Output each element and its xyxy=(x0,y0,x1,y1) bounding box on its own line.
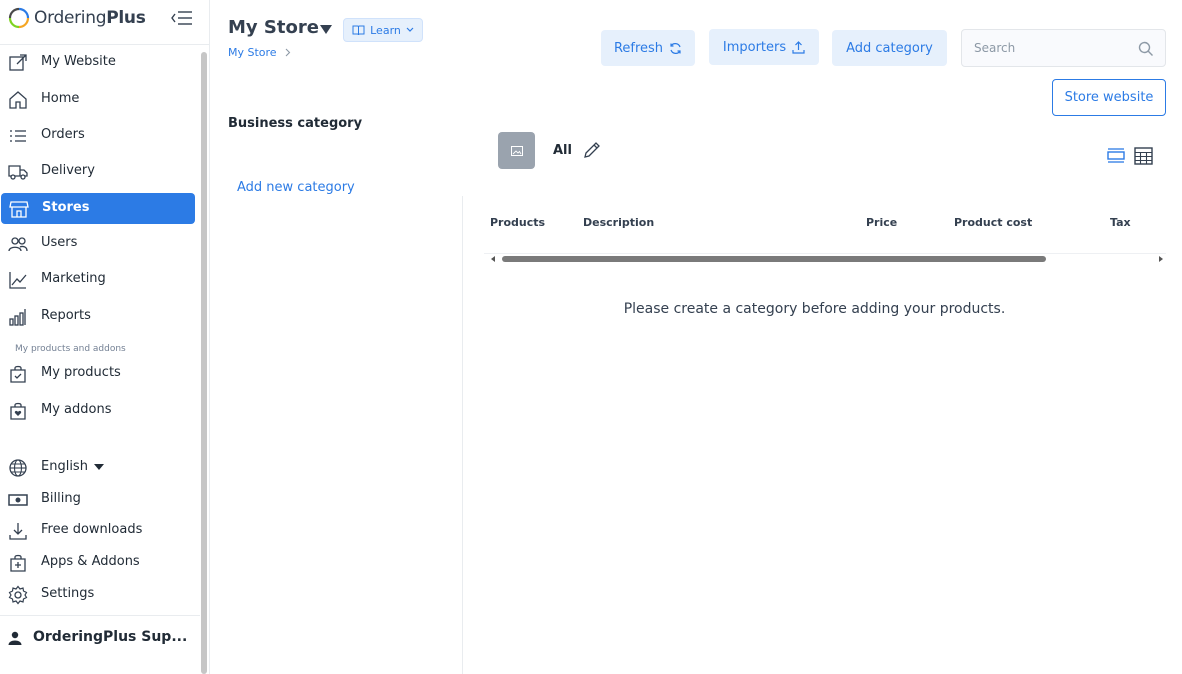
add-new-category-link[interactable]: Add new category xyxy=(237,180,355,195)
brand-logo[interactable]: OrderingPlus xyxy=(8,6,146,30)
sidebar-item-delivery[interactable]: Delivery xyxy=(0,156,195,187)
sidebar-item-reports[interactable]: Reports xyxy=(0,301,195,332)
category-all[interactable]: All xyxy=(553,143,572,158)
column-header-tax: Tax xyxy=(1110,216,1131,229)
language-selector[interactable]: English xyxy=(0,452,195,483)
sidebar: OrderingPlus My Website Home Orders Deli… xyxy=(0,0,210,674)
sidebar-item-label: Reports xyxy=(41,308,91,323)
book-icon xyxy=(352,25,365,35)
learn-label: Learn xyxy=(370,23,401,37)
chevron-down-icon xyxy=(93,463,104,470)
sidebar-item-orders[interactable]: Orders xyxy=(0,120,195,151)
search-input[interactable] xyxy=(974,38,1134,58)
sidebar-item-billing[interactable]: Billing xyxy=(0,484,195,515)
external-link-icon xyxy=(9,54,27,71)
chevron-down-icon xyxy=(406,27,414,32)
sidebar-item-stores[interactable]: Stores xyxy=(1,193,195,224)
sidebar-scrollbar[interactable] xyxy=(201,52,207,674)
sidebar-item-label: My addons xyxy=(41,402,112,417)
sidebar-item-label: Billing xyxy=(41,491,81,506)
language-label: English xyxy=(41,459,104,474)
sidebar-divider xyxy=(0,44,209,45)
sidebar-item-label: My Website xyxy=(41,54,116,69)
cash-icon xyxy=(8,494,28,506)
bar-chart-icon xyxy=(9,309,26,326)
scroll-left-arrow-icon[interactable] xyxy=(491,256,495,262)
download-icon xyxy=(9,523,27,540)
user-divider xyxy=(0,615,200,616)
collapse-menu-icon xyxy=(171,11,192,25)
search-box xyxy=(961,29,1166,67)
store-website-button[interactable]: Store website xyxy=(1052,79,1166,116)
column-header-products: Products xyxy=(490,216,546,229)
logo-ring-icon xyxy=(8,7,30,29)
image-placeholder-icon xyxy=(510,145,523,156)
refresh-label: Refresh xyxy=(613,40,664,56)
users-icon xyxy=(8,237,28,252)
page-title: My Store xyxy=(228,17,319,38)
category-image-thumbnail[interactable] xyxy=(498,132,535,169)
add-category-button[interactable]: Add category xyxy=(832,30,947,66)
collapse-sidebar-button[interactable] xyxy=(170,8,194,28)
store-icon xyxy=(9,201,29,218)
sidebar-item-label: Home xyxy=(41,91,80,106)
search-icon[interactable] xyxy=(1138,41,1154,57)
importers-label: Importers xyxy=(722,39,787,55)
pencil-icon[interactable] xyxy=(582,140,602,160)
store-switch-chevron-icon[interactable] xyxy=(320,25,332,34)
bag-check-icon xyxy=(10,365,26,383)
sidebar-item-apps-addons[interactable]: Apps & Addons xyxy=(0,547,195,578)
products-section-label: My products and addons xyxy=(15,344,126,354)
scrollbar-thumb[interactable] xyxy=(502,256,1046,262)
add-category-label: Add category xyxy=(846,40,933,56)
sidebar-item-label: Stores xyxy=(42,200,90,215)
breadcrumb-item-my-store[interactable]: My Store xyxy=(228,46,277,59)
column-header-product-cost: Product cost xyxy=(954,216,1033,229)
learn-button[interactable]: Learn xyxy=(343,18,423,42)
business-category-heading: Business category xyxy=(228,116,363,131)
user-icon xyxy=(8,631,22,645)
column-header-price: Price xyxy=(866,216,898,229)
category-panel-divider xyxy=(462,196,463,674)
sidebar-item-label: My products xyxy=(41,365,121,380)
truck-icon xyxy=(8,165,28,180)
gear-icon xyxy=(8,585,28,605)
empty-state-message: Please create a category before adding y… xyxy=(623,301,1006,317)
sidebar-item-label: Apps & Addons xyxy=(41,554,140,569)
list-view-icon[interactable] xyxy=(1107,147,1125,164)
sidebar-item-label: Delivery xyxy=(41,163,95,178)
sidebar-item-users[interactable]: Users xyxy=(0,228,195,259)
refresh-button[interactable]: Refresh xyxy=(601,30,695,66)
table-view-icon[interactable] xyxy=(1134,147,1153,165)
sidebar-item-my-products[interactable]: My products xyxy=(0,358,195,389)
sidebar-item-label: Orders xyxy=(41,127,85,142)
brand-name: OrderingPlus xyxy=(34,8,146,28)
scroll-right-arrow-icon[interactable] xyxy=(1159,256,1163,262)
sidebar-item-label: Marketing xyxy=(41,271,106,286)
breadcrumb: My Store xyxy=(228,46,291,59)
bag-plus-icon xyxy=(10,554,26,572)
store-website-label: Store website xyxy=(1064,90,1154,105)
refresh-icon xyxy=(670,42,681,54)
sidebar-item-settings[interactable]: Settings xyxy=(0,579,195,610)
sidebar-item-my-website[interactable]: My Website xyxy=(0,47,195,78)
sidebar-item-label: Settings xyxy=(41,586,95,601)
home-icon xyxy=(9,91,27,109)
sidebar-item-free-downloads[interactable]: Free downloads xyxy=(0,515,195,546)
sidebar-item-marketing[interactable]: Marketing xyxy=(0,264,195,295)
sidebar-item-label: Free downloads xyxy=(41,522,143,537)
bag-heart-icon xyxy=(10,402,26,420)
column-header-description: Description xyxy=(583,216,655,229)
user-name: OrderingPlus Sup... xyxy=(33,629,188,645)
list-icon xyxy=(10,130,26,142)
sidebar-item-home[interactable]: Home xyxy=(0,84,195,115)
sidebar-item-label: Users xyxy=(41,235,78,250)
globe-icon xyxy=(9,459,27,477)
sidebar-item-my-addons[interactable]: My addons xyxy=(0,395,195,426)
upload-icon xyxy=(792,40,805,54)
line-chart-icon xyxy=(9,272,27,289)
chevron-right-icon xyxy=(285,48,290,57)
importers-button[interactable]: Importers xyxy=(709,29,819,65)
